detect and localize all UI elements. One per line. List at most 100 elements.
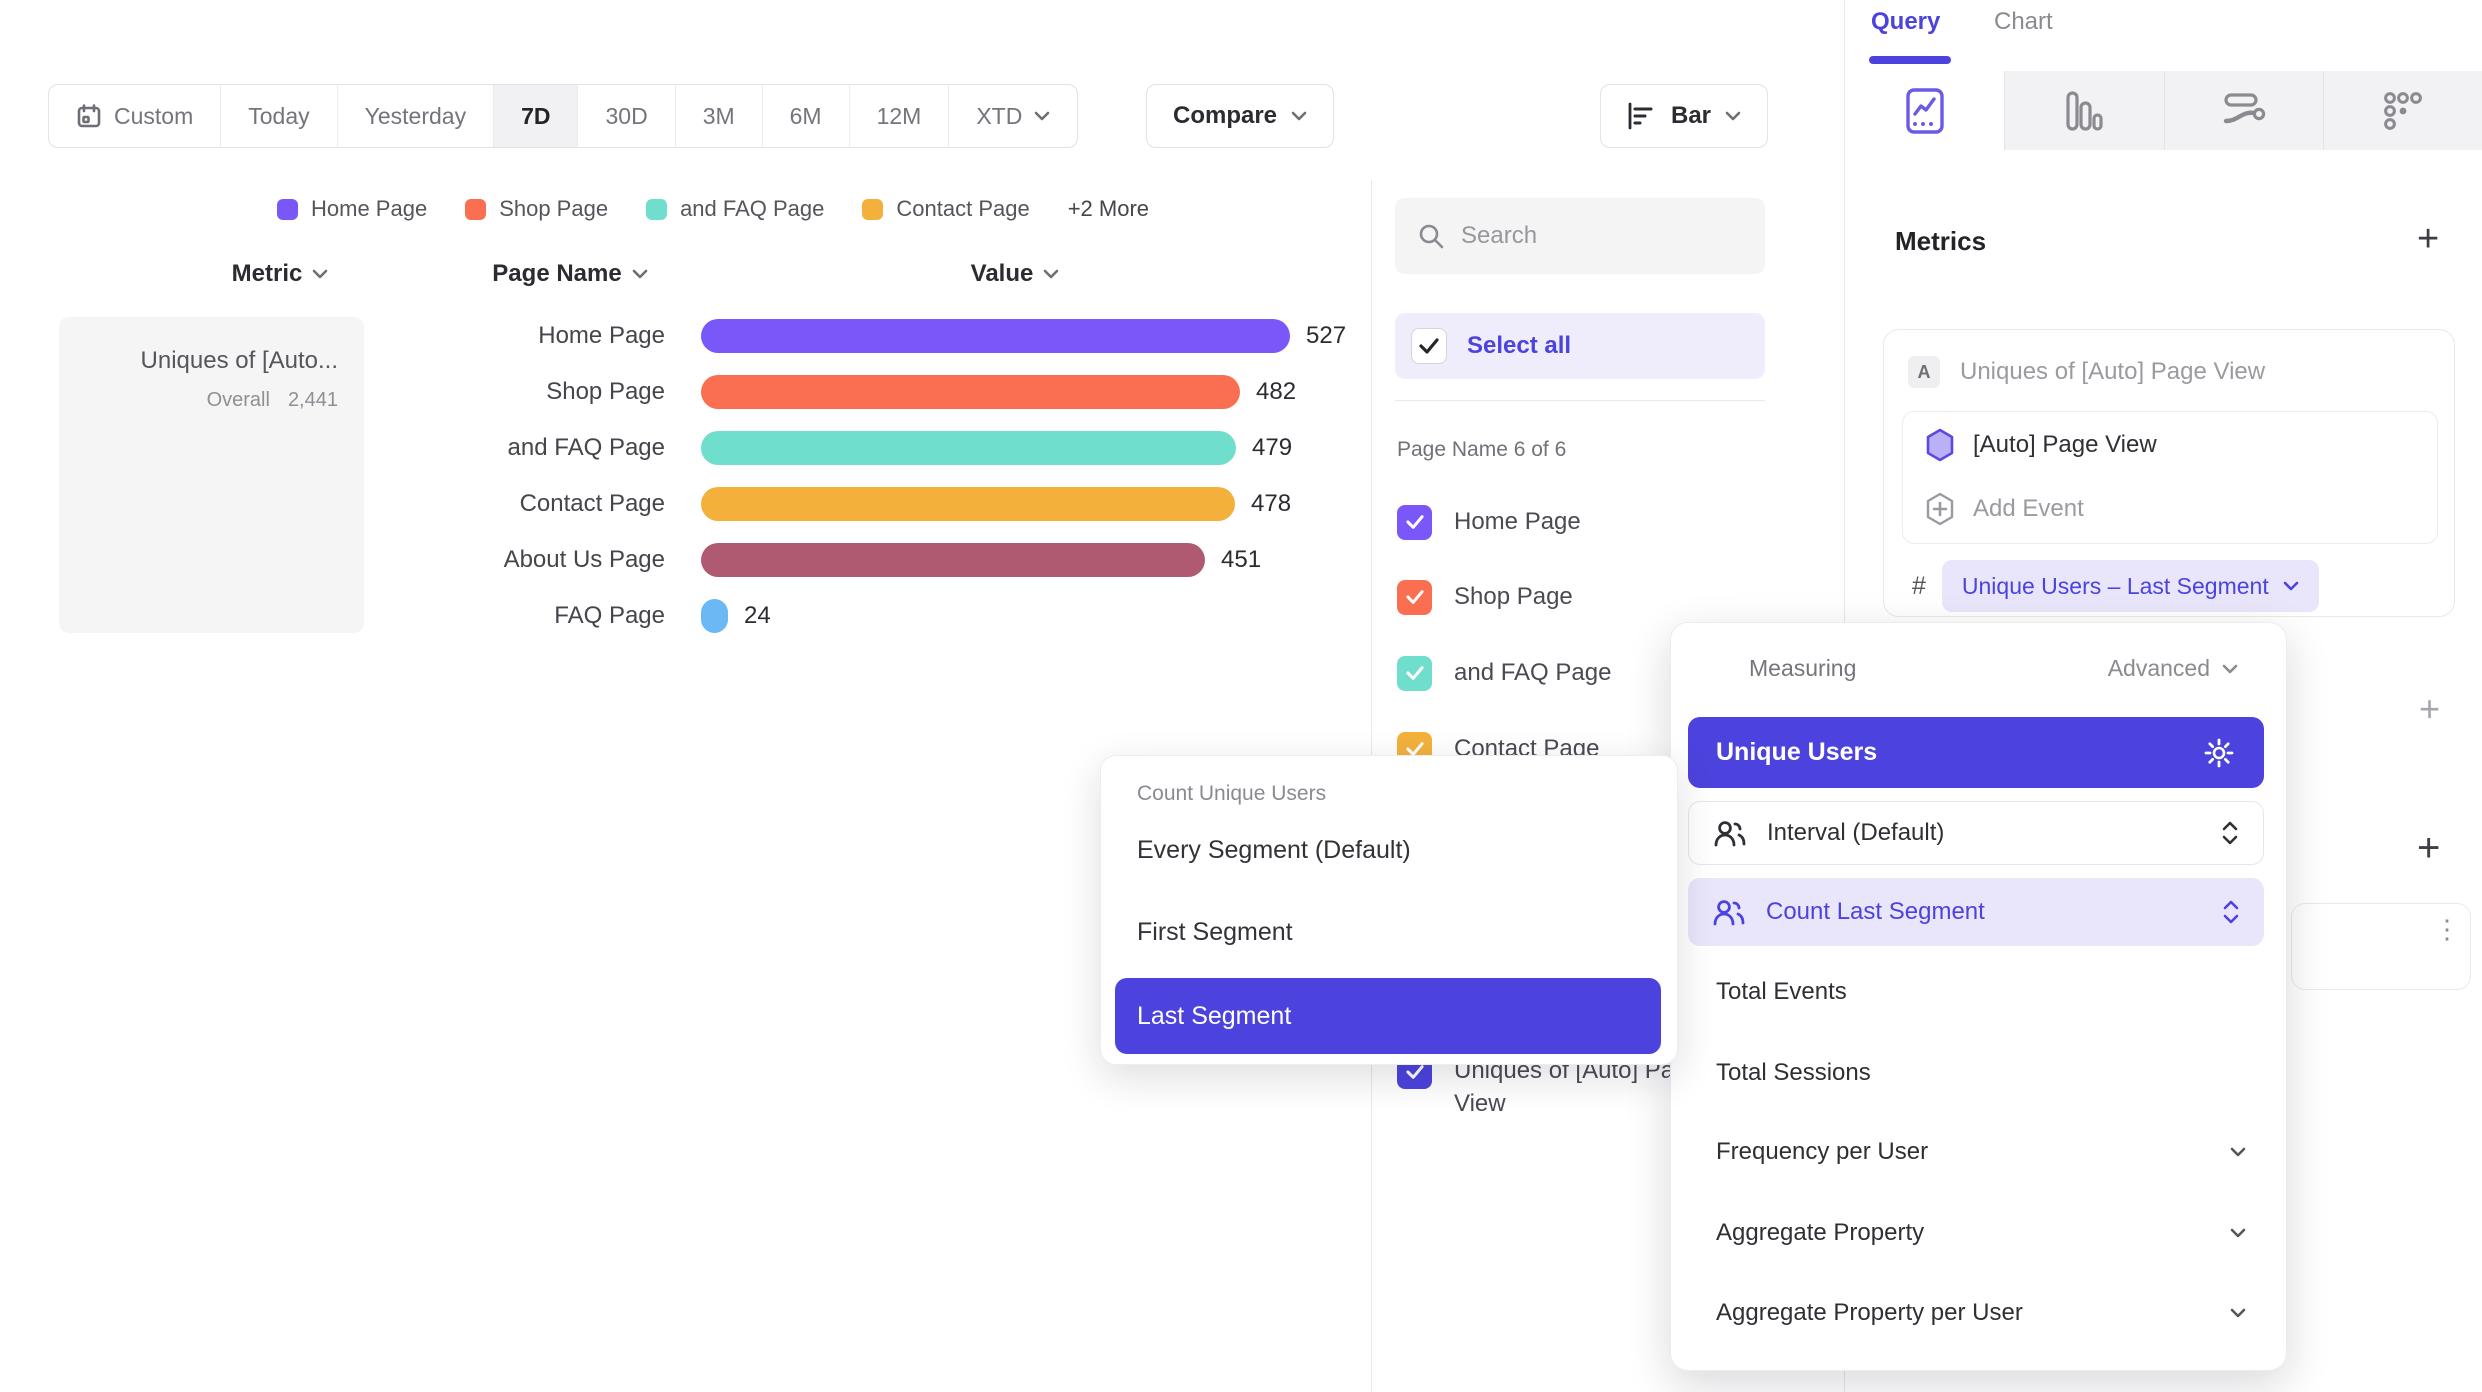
date-range-6m[interactable]: 6M: [763, 85, 850, 147]
popup-option-last-segment[interactable]: Last Segment: [1115, 978, 1661, 1054]
chevron-down-icon: [1291, 111, 1307, 121]
divider: [1395, 400, 1765, 401]
gear-icon[interactable]: [2202, 736, 2236, 770]
tab-query[interactable]: Query: [1871, 8, 1940, 36]
value-bar[interactable]: [701, 319, 1290, 353]
metrics-section-title: Metrics: [1895, 226, 1986, 257]
page-checkbox[interactable]: [1397, 656, 1432, 691]
check-icon: [1418, 337, 1440, 355]
date-range-12m[interactable]: 12M: [850, 85, 950, 147]
segment-count-label: Page Name 6 of 6: [1397, 438, 1566, 462]
page-checkbox[interactable]: [1397, 505, 1432, 540]
table-row: FAQ Page 24: [365, 588, 771, 644]
date-range-yesterday[interactable]: Yesterday: [338, 85, 494, 147]
value-bar[interactable]: [701, 375, 1240, 409]
measuring-title: Measuring: [1749, 655, 1856, 682]
overall-label: Overall: [207, 389, 270, 412]
count-last-segment-row[interactable]: Count Last Segment: [1688, 878, 2264, 946]
chevron-down-icon: [2222, 664, 2238, 674]
event-row[interactable]: [Auto] Page View: [1925, 428, 2157, 462]
row-value: 478: [1251, 490, 1291, 518]
add-breakdown-button[interactable]: +: [2417, 826, 2440, 871]
page-checkbox[interactable]: [1397, 580, 1432, 615]
legend-swatch: [465, 199, 486, 220]
add-event-row[interactable]: Add Event: [1925, 492, 2084, 526]
metric-filter-item[interactable]: Uniques of [Auto] Page View: [1397, 1054, 1714, 1130]
table-row: About Us Page 451: [365, 532, 1261, 588]
value-column-header[interactable]: Value: [875, 260, 1155, 288]
metric-cell[interactable]: Uniques of [Auto... Overall 2,441: [59, 317, 364, 633]
kebab-menu-icon[interactable]: ⋮: [2434, 920, 2460, 938]
chevron-down-icon: [1043, 269, 1059, 279]
value-bar[interactable]: [701, 599, 728, 633]
legend-item[interactable]: and FAQ Page: [646, 196, 824, 222]
horizontal-bar-chart-icon: [1627, 102, 1657, 130]
measure-selector-pill[interactable]: Unique Users – Last Segment: [1942, 560, 2319, 612]
date-range-30d[interactable]: 30D: [578, 85, 675, 147]
popup-option-every-segment[interactable]: Every Segment (Default): [1137, 836, 1411, 865]
retention-chart-tab[interactable]: [2324, 71, 2482, 150]
value-bar[interactable]: [701, 431, 1236, 465]
page-filter-item[interactable]: Shop Page: [1397, 559, 1573, 635]
select-all-row[interactable]: Select all: [1395, 313, 1765, 379]
page-filter-item[interactable]: and FAQ Page: [1397, 635, 1611, 711]
row-value: 451: [1221, 546, 1261, 574]
metric-badge: A: [1908, 356, 1940, 388]
add-event-label: Add Event: [1973, 495, 2084, 523]
interval-default-row[interactable]: Interval (Default): [1688, 801, 2264, 865]
measure-option-total-events[interactable]: Total Events: [1716, 967, 2246, 1017]
legend-item[interactable]: Home Page: [277, 196, 427, 222]
compare-button[interactable]: Compare: [1146, 84, 1334, 148]
funnels-chart-tab[interactable]: [2005, 71, 2164, 150]
add-metric-button[interactable]: +: [2417, 218, 2439, 261]
measure-option-total-sessions[interactable]: Total Sessions: [1716, 1048, 2246, 1098]
search-input[interactable]: [1461, 222, 1743, 250]
row-value: 482: [1256, 378, 1296, 406]
flows-chart-tab[interactable]: [2165, 71, 2324, 150]
table-row: Contact Page 478: [365, 476, 1291, 532]
chevron-down-icon: [312, 269, 328, 279]
select-all-label: Select all: [1467, 332, 1571, 360]
add-event-icon: [1925, 492, 1955, 526]
chart-legend: Home Page Shop Page and FAQ Page Contact…: [277, 196, 1149, 222]
value-bar[interactable]: [701, 543, 1205, 577]
measure-option-aggregate-property[interactable]: Aggregate Property: [1716, 1208, 2246, 1258]
search-box[interactable]: [1395, 198, 1765, 274]
page-name-column-header[interactable]: Page Name: [430, 260, 710, 288]
row-value: 479: [1252, 434, 1292, 462]
date-range-xtd[interactable]: XTD: [949, 85, 1077, 147]
row-category-label: Shop Page: [365, 378, 665, 406]
calendar-icon: [76, 103, 102, 129]
select-all-checkbox[interactable]: [1411, 328, 1447, 364]
value-bar[interactable]: [701, 487, 1235, 521]
table-row: Home Page 527: [365, 308, 1346, 364]
popup-option-first-segment[interactable]: First Segment: [1137, 918, 1293, 947]
legend-item[interactable]: Contact Page: [862, 196, 1029, 222]
date-range-custom[interactable]: Custom: [49, 85, 221, 147]
legend-item[interactable]: Shop Page: [465, 196, 608, 222]
advanced-toggle[interactable]: Advanced: [2108, 655, 2238, 682]
chevron-down-icon: [2283, 581, 2299, 591]
insights-chart-tab[interactable]: [1846, 71, 2005, 150]
overall-value: 2,441: [288, 389, 338, 412]
chevron-down-icon: [1034, 111, 1050, 121]
table-row: and FAQ Page 479: [365, 420, 1292, 476]
chart-type-button[interactable]: Bar: [1600, 84, 1768, 148]
tab-chart[interactable]: Chart: [1994, 8, 2053, 36]
check-icon: [1405, 589, 1425, 605]
row-value: 527: [1306, 322, 1346, 350]
measure-option-unique-users[interactable]: Unique Users: [1688, 717, 2264, 788]
event-hexagon-icon: [1925, 428, 1955, 462]
measure-option-frequency-per-user[interactable]: Frequency per User: [1716, 1127, 2246, 1177]
metric-column-header[interactable]: Metric: [140, 260, 420, 288]
measure-option-aggregate-property-per-user[interactable]: Aggregate Property per User: [1716, 1288, 2246, 1338]
legend-more[interactable]: +2 More: [1068, 196, 1149, 222]
page-filter-item[interactable]: Home Page: [1397, 484, 1581, 560]
chevron-down-icon: [1725, 111, 1741, 121]
add-filter-button[interactable]: +: [2419, 688, 2440, 730]
date-range-3m[interactable]: 3M: [676, 85, 763, 147]
popup-title: Count Unique Users: [1137, 782, 1326, 806]
date-range-7d[interactable]: 7D: [494, 85, 578, 147]
date-range-today[interactable]: Today: [221, 85, 337, 147]
users-icon: [1712, 898, 1746, 926]
